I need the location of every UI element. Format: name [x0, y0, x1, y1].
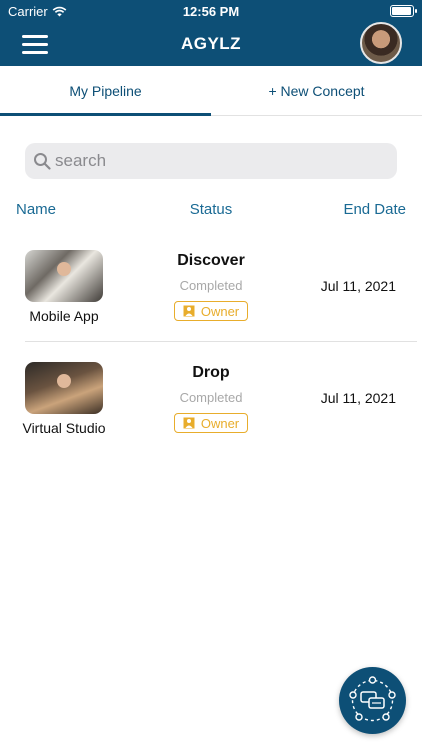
- hamburger-menu-icon[interactable]: [22, 33, 50, 55]
- battery-fill: [392, 7, 411, 15]
- navigation-bar: AGYLZ: [0, 22, 422, 66]
- project-thumbnail: [25, 250, 103, 302]
- search-icon: [34, 153, 51, 170]
- app-title: AGYLZ: [180, 34, 242, 53]
- project-end-date: Jul 11, 2021: [320, 278, 396, 294]
- active-tab-indicator: [0, 113, 211, 116]
- tab-new-concept[interactable]: + New Concept: [211, 66, 422, 116]
- project-stage: Drop: [192, 364, 230, 381]
- status-bar: Carrier 12:56 PM: [0, 0, 422, 22]
- team-chat-button[interactable]: [339, 667, 406, 734]
- search-bar[interactable]: [25, 143, 397, 179]
- role-badge: Owner: [174, 413, 248, 433]
- column-header-end-date[interactable]: End Date: [343, 201, 406, 218]
- tab-bar: My Pipeline + New Concept: [0, 66, 422, 116]
- owner-icon: [183, 417, 195, 429]
- project-status: Completed: [179, 278, 243, 293]
- project-row[interactable]: Mobile App Discover Completed Owner Jul …: [0, 230, 422, 342]
- role-badge: Owner: [174, 301, 248, 321]
- project-name: Virtual Studio: [22, 420, 106, 436]
- tab-divider: [211, 115, 422, 116]
- column-header-name[interactable]: Name: [16, 201, 56, 218]
- user-avatar[interactable]: [360, 22, 402, 64]
- tab-my-pipeline[interactable]: My Pipeline: [0, 66, 211, 116]
- project-status: Completed: [179, 390, 243, 405]
- battery-icon: [390, 5, 417, 17]
- team-chat-icon: [349, 676, 396, 722]
- clock: 12:56 PM: [182, 4, 240, 19]
- project-stage: Discover: [177, 252, 245, 269]
- role-label: Owner: [200, 415, 240, 431]
- project-end-date: Jul 11, 2021: [320, 390, 396, 406]
- search-input[interactable]: [55, 149, 385, 173]
- project-thumbnail: [25, 362, 103, 414]
- role-label: Owner: [200, 303, 240, 319]
- owner-icon: [183, 305, 195, 317]
- project-name: Mobile App: [29, 308, 99, 324]
- column-header-status[interactable]: Status: [160, 201, 262, 218]
- project-row[interactable]: Virtual Studio Drop Completed Owner Jul …: [0, 342, 422, 454]
